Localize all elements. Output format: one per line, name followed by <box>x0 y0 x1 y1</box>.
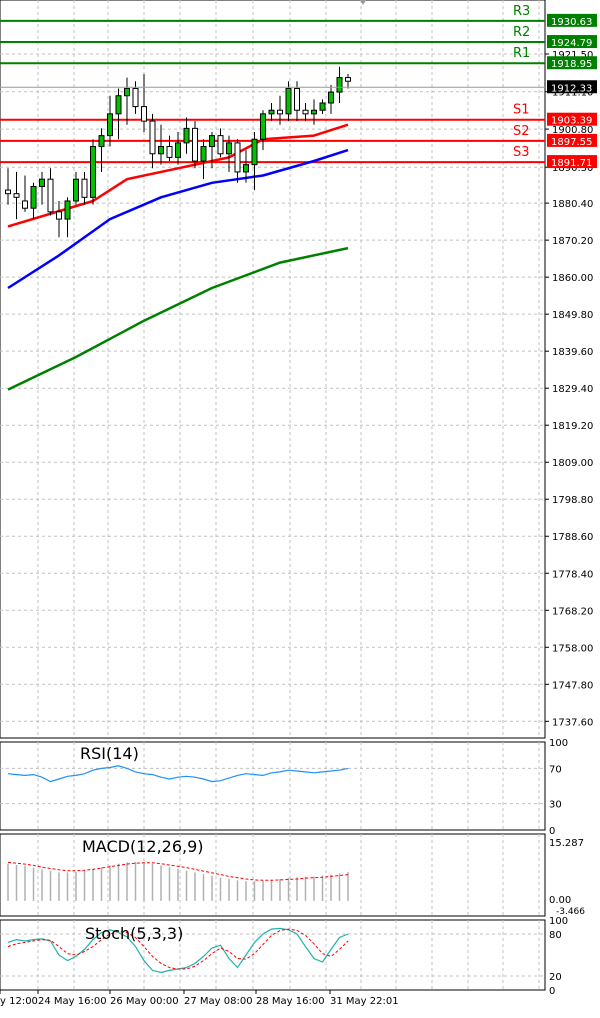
candle-body <box>336 77 343 93</box>
level-label: S1 <box>513 103 530 118</box>
candle-body <box>39 178 45 187</box>
time-tick-label: 24 May 16:00 <box>38 996 107 1007</box>
candle-body <box>209 135 215 148</box>
candle-body <box>277 109 283 115</box>
candle-body <box>345 77 351 82</box>
stoch-tick-label: 20 <box>549 972 562 983</box>
level-price-text: 1903.39 <box>551 116 592 127</box>
level-label: R3 <box>513 4 530 19</box>
stoch-tick-label: 100 <box>549 916 568 927</box>
chart: R3 R2 R1 S1 S2 S3 1921.501911.101900.801890.3… <box>0 0 597 1007</box>
candle-body <box>175 142 181 158</box>
price-tick-label: 1768.20 <box>552 606 593 617</box>
candle-body <box>47 178 54 213</box>
level-price-text: 1918.95 <box>551 59 592 70</box>
level-label: S2 <box>513 124 530 139</box>
candle-body <box>243 164 249 173</box>
price-axis: 1921.501911.101900.801890.301880.401870.… <box>545 50 593 728</box>
candle-body <box>73 178 79 202</box>
candle-body <box>217 135 224 155</box>
price-tick-label: 1788.60 <box>552 532 593 543</box>
macd-panel: MACD(12,26,9) 15.2870.00-3.466 <box>7 837 585 917</box>
candle-body <box>192 127 198 162</box>
candle-body <box>30 185 37 209</box>
time-tick-label: 26 May 00:00 <box>110 996 179 1007</box>
price-tick-label: 1737.60 <box>552 717 593 728</box>
level-price-text: 1891.71 <box>551 158 592 169</box>
candle-body <box>234 142 241 173</box>
macd-label: MACD(12,26,9) <box>82 837 204 856</box>
macd-tick-label: 0.00 <box>549 895 571 906</box>
candle-body <box>268 109 275 115</box>
level-price-text: 1897.55 <box>551 137 592 148</box>
rsi-tick-label: 30 <box>549 800 562 811</box>
time-tick-label: 31 May 22:01 <box>330 996 399 1007</box>
macd-tick-label: 15.287 <box>549 838 584 849</box>
stoch-tick-label: 0 <box>549 986 555 997</box>
rsi-tick-label: 70 <box>549 764 562 775</box>
candle-body <box>115 95 122 115</box>
candle-body <box>294 87 300 111</box>
level-price-text: 1930.63 <box>551 17 592 28</box>
stoch-panel: Stoch(5,3,3) 100 80 20 0 <box>0 916 568 997</box>
candle-body <box>311 109 317 115</box>
candle-body <box>149 120 156 155</box>
candle-body <box>319 102 326 111</box>
candle-body <box>98 135 105 148</box>
candle-body <box>81 178 88 198</box>
candle-body <box>56 211 62 220</box>
candle-body <box>260 113 266 140</box>
candle-body <box>141 106 147 122</box>
stoch-tick-label: 80 <box>549 930 562 941</box>
candle-body <box>226 142 232 155</box>
rsi-tick-label: 0 <box>549 826 555 837</box>
price-tick-label: 1798.80 <box>552 495 593 506</box>
level-label: R2 <box>513 25 530 40</box>
time-tick-label: 27 May 08:00 <box>184 996 253 1007</box>
price-tick-label: 1870.20 <box>552 236 593 247</box>
time-tick-label: y 12:00 <box>0 996 38 1007</box>
stoch-label: Stoch(5,3,3) <box>85 924 183 943</box>
price-tick-label: 1880.40 <box>552 199 593 210</box>
candle-body <box>183 127 190 144</box>
rsi-panel: RSI(14) 100 70 30 0 <box>0 738 568 837</box>
candle-body <box>285 87 292 115</box>
candle-body <box>166 146 173 158</box>
level-label: R1 <box>513 46 530 61</box>
price-tick-label: 1758.00 <box>552 643 593 654</box>
price-tick-label: 1849.80 <box>552 310 593 321</box>
level-price-text: 1924.79 <box>551 38 592 49</box>
rsi-tick-label: 100 <box>549 738 568 749</box>
candle-body <box>158 146 164 155</box>
candle-body <box>13 193 20 198</box>
level-label: S3 <box>513 145 530 160</box>
candle-body <box>5 189 11 195</box>
price-tick-label: 1809.00 <box>552 458 593 469</box>
price-tick-label: 1860.00 <box>552 273 593 284</box>
moving-average-line <box>7 246 349 391</box>
candle-body <box>132 87 139 108</box>
candle-body <box>90 146 96 198</box>
candle-body <box>251 138 258 166</box>
candle-body <box>64 200 71 220</box>
candle-body <box>302 109 309 115</box>
price-tick-label: 1829.40 <box>552 384 593 395</box>
rsi-label: RSI(14) <box>80 744 139 763</box>
time-tick-label: 28 May 16:00 <box>256 996 325 1007</box>
price-tick-label: 1778.40 <box>552 569 593 580</box>
panel-frame <box>0 919 546 991</box>
price-tick-label: 1839.60 <box>552 347 593 358</box>
current-price-text: 1912.33 <box>551 83 592 94</box>
price-tick-label: 1819.20 <box>552 421 593 432</box>
candle-body <box>124 87 130 97</box>
candle-body <box>200 146 207 162</box>
candle-body <box>328 91 334 104</box>
price-tick-label: 1747.80 <box>552 680 593 691</box>
candles <box>5 66 351 238</box>
candle-body <box>22 200 28 209</box>
candle-body <box>107 113 113 137</box>
